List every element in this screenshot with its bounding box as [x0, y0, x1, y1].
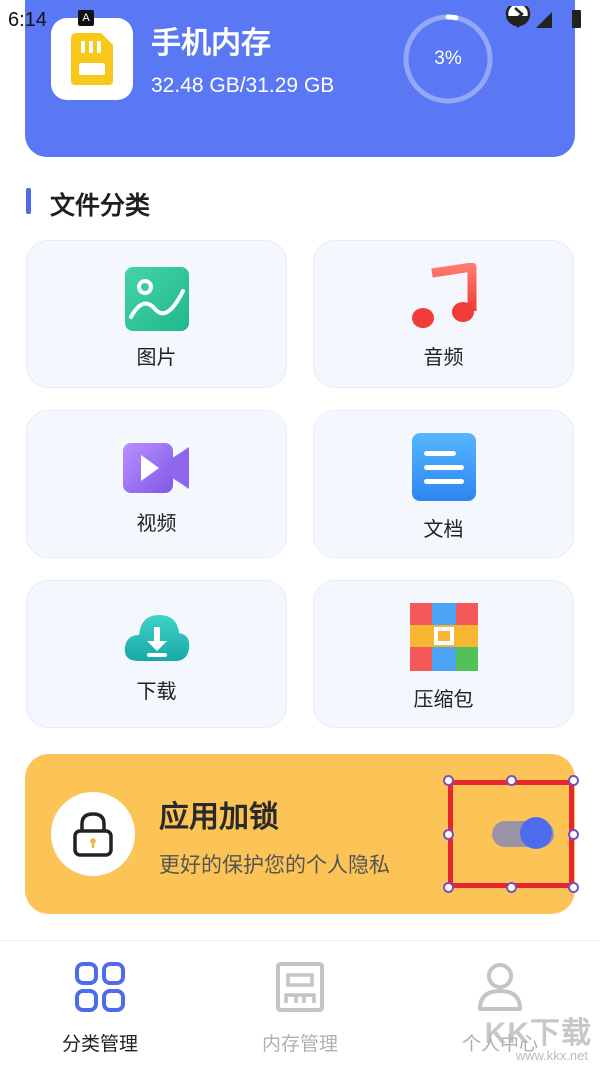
selection-handle: [568, 775, 579, 786]
bottom-nav: 分类管理 内存管理 个人中心: [0, 940, 600, 1065]
category-label: 音频: [423, 345, 464, 369]
section-title: 文件分类: [50, 191, 151, 220]
nav-item-profile[interactable]: 个人中心: [400, 941, 600, 1065]
category-label: 下载: [136, 679, 177, 703]
video-icon: [123, 443, 189, 493]
status-bar: 6:14 A: [0, 0, 600, 34]
selection-handle: [443, 829, 454, 840]
app-lock-subtitle: 更好的保护您的个人隐私: [159, 853, 390, 877]
category-label: 视频: [136, 511, 177, 535]
cloud-download-icon: [124, 615, 190, 661]
selection-handle: [506, 775, 517, 786]
nav-label: 个人中心: [461, 1033, 538, 1055]
selection-handle: [443, 775, 454, 786]
category-label: 图片: [136, 345, 177, 369]
category-tile-audio[interactable]: 音频: [313, 240, 574, 388]
app-lock-title: 应用加锁: [159, 800, 279, 835]
selection-handle: [568, 882, 579, 893]
memory-icon: [276, 962, 324, 1012]
nav-item-memory[interactable]: 内存管理: [200, 941, 400, 1065]
selection-handle: [568, 829, 579, 840]
category-tile-downloads[interactable]: 下载: [26, 580, 287, 728]
document-icon: [412, 433, 476, 501]
image-icon: [125, 267, 189, 331]
grid-icon: [75, 962, 125, 1012]
category-label: 文档: [423, 517, 464, 541]
category-tile-images[interactable]: 图片: [26, 240, 287, 388]
notification-badge: A: [78, 10, 94, 26]
status-time: 6:14: [8, 9, 47, 31]
person-icon: [478, 963, 522, 1011]
storage-usage: 32.48 GB/31.29 GB: [151, 74, 335, 97]
battery-icon: [572, 10, 581, 28]
status-icons: [505, 6, 581, 28]
category-tile-video[interactable]: 视频: [26, 410, 287, 558]
selection-handle: [506, 882, 517, 893]
category-tile-documents[interactable]: 文档: [313, 410, 574, 558]
nav-label: 内存管理: [261, 1033, 338, 1055]
toggle-knob: [520, 817, 552, 849]
archive-icon: [410, 603, 478, 671]
app-lock-toggle[interactable]: [492, 817, 554, 849]
category-label: 压缩包: [413, 687, 474, 711]
app-lock-banner[interactable]: 应用加锁 更好的保护您的个人隐私: [25, 754, 575, 914]
lock-icon-circle: [51, 792, 135, 876]
lock-icon: [73, 812, 113, 857]
nav-label: 分类管理: [61, 1033, 138, 1055]
signal-icon: [536, 12, 552, 28]
category-tile-archives[interactable]: 压缩包: [313, 580, 574, 728]
selection-handle: [443, 882, 454, 893]
section-accent-bar: [26, 188, 31, 214]
nav-item-category[interactable]: 分类管理: [0, 941, 200, 1065]
music-icon: [412, 263, 477, 328]
